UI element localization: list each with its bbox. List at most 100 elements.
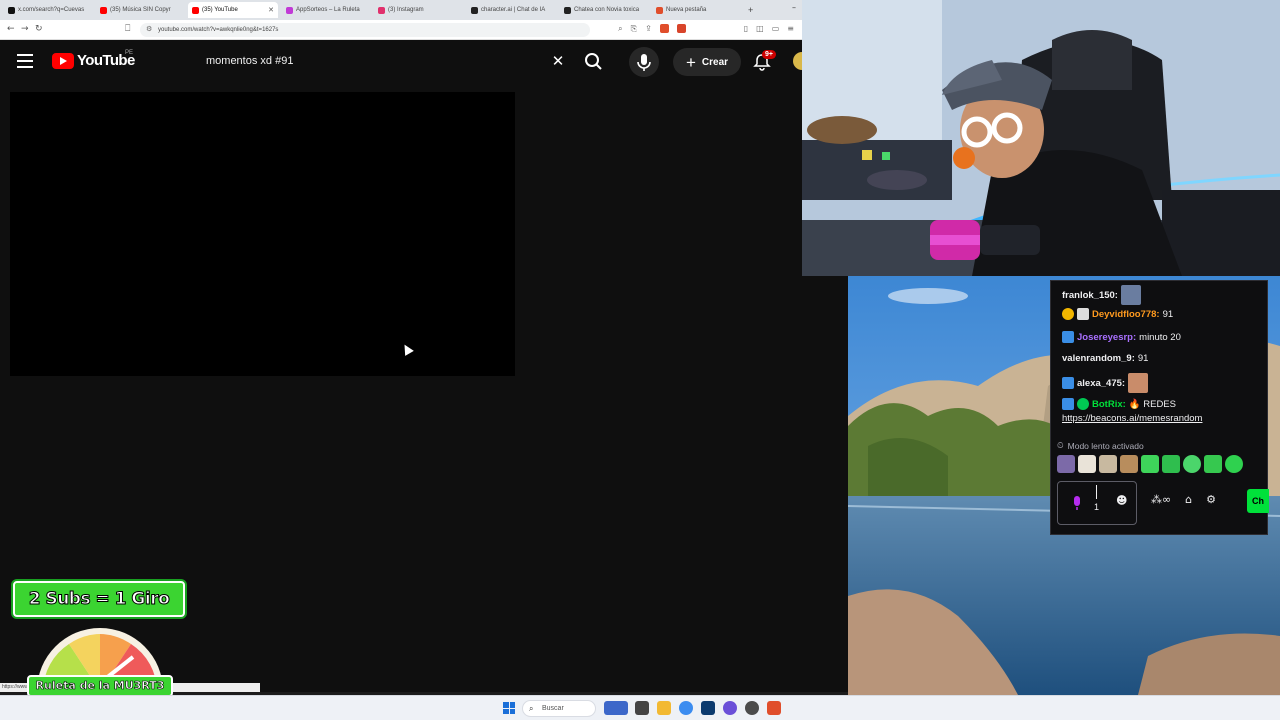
task-view-icon[interactable]	[635, 701, 649, 715]
chat-username[interactable]: alexa_475:	[1077, 378, 1125, 389]
emote-icon[interactable]	[1141, 455, 1159, 473]
obs-icon[interactable]	[745, 701, 759, 715]
badge-icon	[1062, 331, 1074, 343]
emote-icon[interactable]	[1057, 455, 1075, 473]
taskbar-search[interactable]: ⌕ Buscar	[522, 700, 596, 717]
windows-taskbar: ⌕ Buscar	[0, 695, 1280, 720]
close-tab-icon[interactable]: ✕	[268, 6, 274, 14]
youtube-icon	[192, 6, 199, 14]
site-info-icon[interactable]: ⚙	[146, 26, 154, 34]
install-icon[interactable]: ⎘	[631, 24, 637, 34]
chat-username[interactable]: Josereyesrp:	[1077, 332, 1136, 343]
wallet-icon[interactable]: ◫	[756, 24, 764, 34]
search-button[interactable]	[578, 48, 610, 76]
emote-icon[interactable]	[1183, 455, 1201, 473]
url-text: youtube.com/watch?v=awkqnlie0ng&t=1627s	[158, 27, 279, 33]
browser-tab[interactable]: character.ai | Chat de IA	[467, 2, 555, 18]
chat-username[interactable]: BotRix:	[1092, 399, 1126, 410]
chat-send-button[interactable]: Ch	[1247, 489, 1269, 513]
widget-icon[interactable]	[604, 701, 628, 715]
microphone-icon	[637, 54, 651, 71]
chat-input[interactable]: 1 ☻	[1057, 481, 1137, 525]
chat-message: BotRix: 🔥 REDES	[1062, 398, 1176, 410]
reload-icon[interactable]: ↻	[35, 24, 43, 34]
browser-tab[interactable]: (3) Instagram	[374, 2, 462, 18]
window-controls: –	[792, 3, 796, 12]
brave-shield-icon[interactable]	[659, 24, 669, 33]
browser-tab[interactable]: (35) Música SIN Copyr	[96, 2, 184, 18]
voice-search-button[interactable]	[629, 47, 659, 77]
youtube-header: YouTube PE momentos xd #91 ✕ + Crear 9+	[0, 40, 811, 84]
slow-mode-notice: ⏲ Modo lento activado	[1057, 440, 1144, 451]
browser-tab[interactable]: AppSorteos – La Ruleta	[282, 2, 370, 18]
chat-username[interactable]: valenrandom_9:	[1062, 353, 1135, 364]
rewards-icon[interactable]	[676, 24, 686, 33]
windows-start-icon[interactable]	[503, 702, 515, 714]
file-explorer-icon[interactable]	[657, 701, 671, 715]
store-icon[interactable]: ⌂	[1185, 493, 1192, 506]
emote-icon	[1120, 285, 1141, 305]
create-button[interactable]: + Crear	[673, 48, 741, 76]
chat-message: Josereyesrp: minuto 20	[1062, 331, 1181, 343]
chat-message: alexa_475:	[1062, 373, 1149, 393]
browser-tab[interactable]: Chatea con Novia toxica	[560, 2, 648, 18]
url-field[interactable]: ⚙ youtube.com/watch?v=awkqnlie0ng&t=1627…	[140, 23, 590, 37]
clear-search-icon[interactable]: ✕	[550, 53, 566, 69]
tab-label: character.ai | Chat de IA	[481, 7, 546, 13]
badge-icon	[1062, 398, 1074, 410]
bookmark-icon[interactable]: ⎕	[125, 24, 130, 34]
video-player[interactable]	[10, 92, 515, 376]
emote-icon[interactable]	[1204, 455, 1222, 473]
emote-icon[interactable]	[1162, 455, 1180, 473]
chatea-icon	[564, 6, 571, 14]
browser-tab-active[interactable]: (35) YouTube ✕	[188, 2, 278, 18]
chrome-icon[interactable]	[679, 701, 693, 715]
new-tab-button[interactable]: +	[744, 2, 758, 18]
chat-username[interactable]: Deyvidfloo778:	[1092, 309, 1160, 320]
chat-tools: ⁂∞ ⌂ ⚙	[1151, 493, 1216, 506]
chat-link[interactable]: https://beacons.ai/memesrandom	[1062, 413, 1202, 424]
youtube-logo[interactable]: YouTube	[52, 52, 135, 69]
chat-username[interactable]: franlok_150:	[1062, 290, 1118, 301]
browser-tab[interactable]: x.com/search?q=Cuevas	[4, 2, 92, 18]
badge-icon	[1062, 377, 1074, 389]
share-icon[interactable]: ⇪	[645, 24, 652, 34]
tab-label: Nueva pestaña	[666, 7, 707, 13]
minimize-icon[interactable]: –	[792, 3, 796, 12]
emote-bar	[1057, 455, 1243, 473]
brave-icon[interactable]	[767, 701, 781, 715]
search-input[interactable]: momentos xd #91 ✕	[193, 48, 574, 76]
forward-icon[interactable]: →	[21, 24, 29, 34]
emote-icon[interactable]	[1120, 455, 1138, 473]
chat-text: 91	[1162, 308, 1174, 320]
photoshop-icon[interactable]	[701, 701, 715, 715]
instagram-icon	[378, 6, 385, 14]
badge-icon	[1077, 308, 1089, 320]
bits-icon[interactable]: ⁂∞	[1151, 493, 1171, 506]
country-code: PE	[125, 50, 134, 56]
zoom-icon[interactable]: ⌕	[618, 24, 622, 34]
create-label: Crear	[701, 56, 729, 68]
twitch-chat: franlok_150: Deyvidfloo778: 91 Josereyes…	[1050, 280, 1269, 535]
chat-message: Deyvidfloo778: 91	[1062, 308, 1173, 320]
settings-icon[interactable]: ⚙	[1206, 493, 1216, 506]
notifications-badge: 9+	[762, 50, 776, 59]
search-icon: ⌕	[529, 704, 534, 713]
subs-goal-banner: 2 Subs = 1 Giro	[13, 581, 185, 617]
brave-icon	[656, 6, 663, 14]
emote-icon[interactable]	[1078, 455, 1096, 473]
input-counter: 1	[1094, 502, 1100, 512]
emote-icon[interactable]	[1225, 455, 1243, 473]
tab-label: (35) Música SIN Copyr	[110, 7, 171, 13]
extensions-icon[interactable]: ▭	[772, 24, 780, 34]
menu-icon[interactable]: ≡	[787, 24, 794, 34]
emoji-icon[interactable]: ☻	[1116, 494, 1127, 507]
sidebar-icon[interactable]: ▯	[744, 24, 748, 34]
hamburger-menu-icon[interactable]	[17, 54, 33, 68]
back-icon[interactable]: ←	[7, 24, 15, 34]
chat-link-text[interactable]: https://beacons.ai/memesrandom	[1062, 413, 1202, 424]
browser-tab[interactable]: Nueva pestaña	[652, 2, 740, 18]
emote-icon[interactable]	[1099, 455, 1117, 473]
appsorteos-icon	[286, 6, 293, 14]
discord-icon[interactable]	[723, 701, 737, 715]
